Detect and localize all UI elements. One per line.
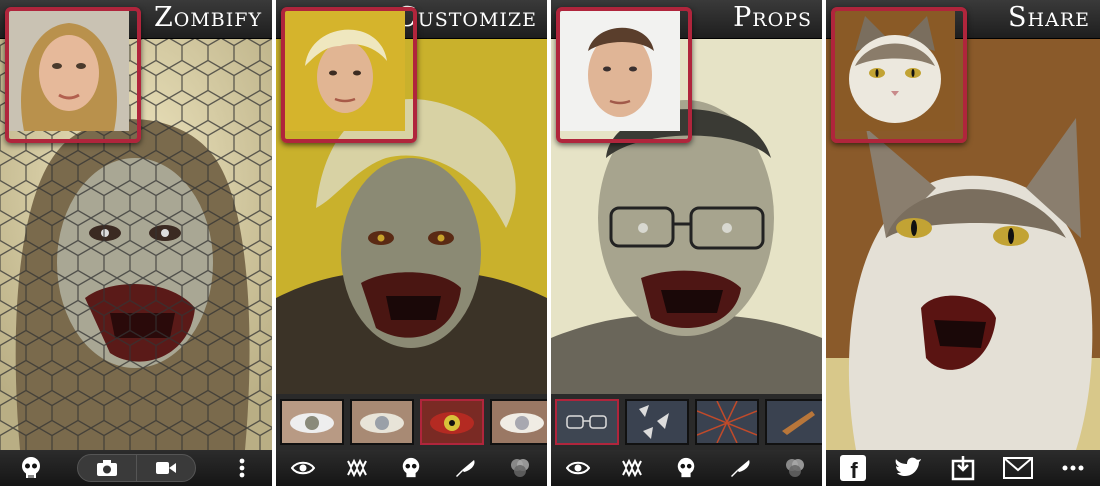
- share-screen: Share f: [826, 0, 1100, 486]
- facebook-icon[interactable]: f: [832, 453, 874, 483]
- props-tab-bar: [551, 450, 822, 486]
- zombify-screen: Zombify: [0, 0, 272, 486]
- knife-icon[interactable]: [726, 454, 756, 482]
- svg-text:f: f: [851, 458, 859, 482]
- more-vertical-icon[interactable]: [227, 454, 257, 482]
- capture-mode-toggle: [76, 454, 196, 482]
- prop-picker: [551, 394, 822, 450]
- blade-prop[interactable]: [765, 399, 822, 445]
- eye-option[interactable]: [350, 399, 414, 445]
- shards-prop[interactable]: [625, 399, 689, 445]
- teeth-icon[interactable]: [617, 454, 647, 482]
- screen-title: Share: [1008, 2, 1090, 33]
- camera-icon[interactable]: [78, 455, 136, 481]
- eye-option-selected[interactable]: [420, 399, 484, 445]
- eye-option[interactable]: [280, 399, 344, 445]
- twitter-icon[interactable]: [887, 453, 929, 483]
- screen-title: Customize: [396, 2, 537, 33]
- more-horizontal-icon[interactable]: [1052, 453, 1094, 483]
- eye-icon[interactable]: [288, 454, 318, 482]
- source-face-thumbnail[interactable]: [556, 7, 692, 143]
- color-blend-icon[interactable]: [505, 454, 535, 482]
- teeth-icon[interactable]: [342, 454, 372, 482]
- skull-icon[interactable]: [16, 454, 46, 482]
- eye-icon[interactable]: [563, 454, 593, 482]
- eye-option[interactable]: [490, 399, 547, 445]
- share-toolbar: f: [826, 450, 1100, 486]
- skull-icon[interactable]: [671, 454, 701, 482]
- source-face-thumbnail[interactable]: [831, 7, 967, 143]
- screen-title: Zombify: [154, 2, 262, 33]
- source-face-thumbnail[interactable]: [281, 7, 417, 143]
- capture-toolbar: [0, 450, 272, 486]
- customize-tab-bar: [276, 450, 547, 486]
- cat-face-image: [835, 11, 955, 131]
- eye-style-picker: [276, 394, 547, 450]
- screen-title: Props: [733, 2, 812, 33]
- email-icon[interactable]: [997, 453, 1039, 483]
- skull-icon[interactable]: [396, 454, 426, 482]
- fence-prop[interactable]: [695, 399, 759, 445]
- props-screen: Props: [551, 0, 822, 486]
- customize-screen: Customize: [276, 0, 547, 486]
- knife-icon[interactable]: [451, 454, 481, 482]
- source-face-thumbnail[interactable]: [5, 7, 141, 143]
- save-icon[interactable]: [942, 453, 984, 483]
- glasses-prop-selected[interactable]: [555, 399, 619, 445]
- color-blend-icon[interactable]: [780, 454, 810, 482]
- video-icon[interactable]: [135, 455, 195, 481]
- woman-face-image: [9, 11, 129, 131]
- blond-man-face-image: [285, 11, 405, 131]
- man-face-image: [560, 11, 680, 131]
